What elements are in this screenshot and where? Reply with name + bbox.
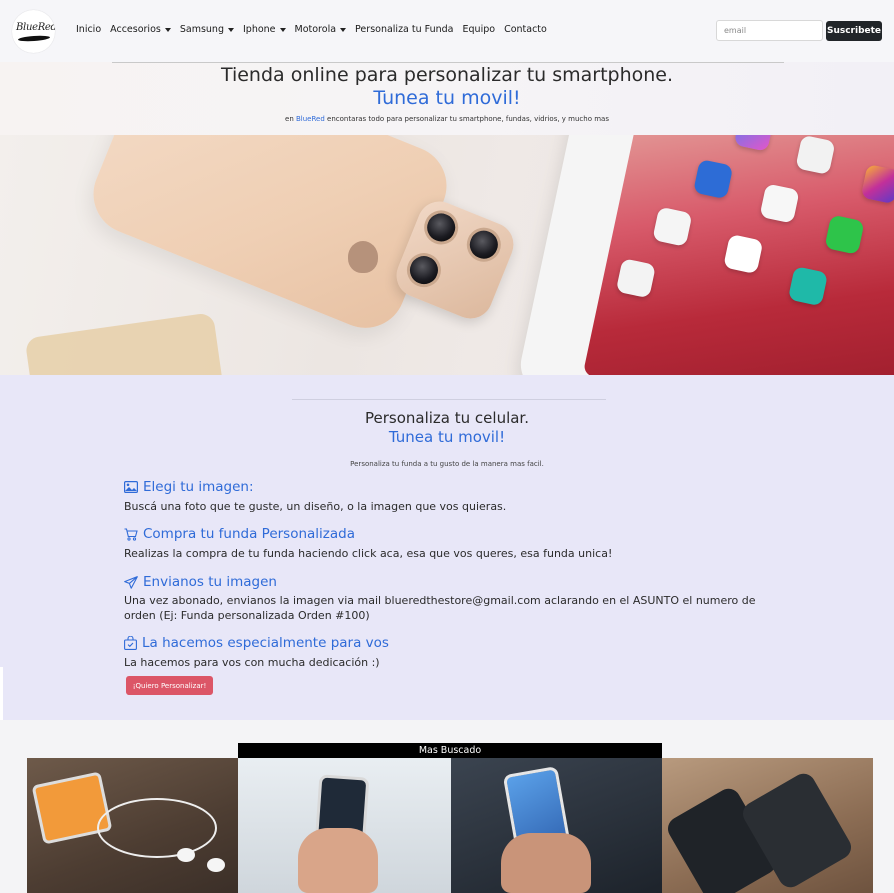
caret-down-icon (227, 27, 234, 32)
app-icon (693, 158, 734, 200)
navbar: BlueRed Inicio Accesorios Samsung Iphone… (0, 0, 894, 62)
caret-down-icon (340, 27, 347, 32)
nav-item-label: Samsung (179, 24, 224, 35)
step-title-hacemos: La hacemos especialmente para vos (124, 635, 389, 651)
subscribe-button[interactable]: Suscribete (826, 21, 882, 41)
nav-item-equipo[interactable]: Equipo (463, 24, 496, 35)
nav-item-label: Equipo (462, 24, 496, 35)
hand-shape (298, 828, 378, 893)
product-image-motorola[interactable] (662, 758, 873, 893)
brand-logo-swash (17, 34, 51, 43)
nav-item-label: Personaliza tu Funda (355, 24, 454, 35)
hero-carousel-image: › (0, 135, 894, 375)
step-title-text: Elegi tu imagen: (143, 479, 254, 495)
app-icon (615, 258, 657, 299)
nav-item-motorola[interactable]: Motorola (295, 24, 347, 35)
section-subtitle: Tunea tu movil! (388, 428, 506, 446)
camera-lens (401, 247, 447, 293)
nav-item-label: Iphone (242, 24, 276, 35)
caret-down-icon (164, 27, 171, 32)
hero-header: Tienda online para personalizar tu smart… (0, 62, 894, 135)
mas-buscado-header: Mas Buscado (238, 743, 662, 758)
iphone-back (81, 135, 459, 340)
camera-lens (419, 205, 464, 250)
section-edge (0, 667, 3, 720)
app-icon (759, 183, 800, 224)
step-title-text: Envianos tu imagen (143, 574, 277, 590)
camera-lens (461, 222, 506, 267)
earbud (207, 858, 225, 872)
divider (292, 399, 606, 400)
personaliza-section: Personaliza tu celular. Tunea tu movil! … (0, 375, 894, 720)
hero-title: Tienda online para personalizar tu smart… (220, 64, 674, 86)
brand-logo-text: BlueRed (16, 22, 55, 33)
section-description: Personaliza tu funda a tu gusto de la ma… (350, 460, 544, 468)
nav-menu: Inicio Accesorios Samsung Iphone Motorol… (76, 24, 556, 35)
nav-item-contacto[interactable]: Contacto (504, 24, 547, 35)
earbud (177, 848, 195, 862)
hand-shape (501, 833, 591, 893)
app-icon (733, 135, 775, 152)
hero-description: en BlueRed encontaras todo para personal… (0, 115, 894, 123)
product-image-hand-phone[interactable] (238, 758, 451, 893)
hero-description-prefix: en (285, 115, 294, 123)
step-text: La hacemos para vos con mucha dedicación… (124, 656, 380, 669)
image-icon (124, 481, 138, 493)
nav-item-label: Contacto (504, 24, 547, 35)
nav-item-personaliza[interactable]: Personaliza tu Funda (355, 24, 453, 35)
nav-item-accesorios[interactable]: Accesorios (110, 24, 171, 35)
step-text: Realizas la compra de tu funda haciendo … (124, 547, 613, 560)
hero-brand-link[interactable]: BlueRed (296, 115, 325, 123)
app-icon (652, 206, 693, 247)
step-text: Buscá una foto que te guste, un diseño, … (124, 500, 507, 513)
step-title-text: Compra tu funda Personalizada (143, 526, 355, 542)
divider (112, 62, 784, 63)
line-icon (824, 214, 865, 255)
step-title-text: La hacemos especialmente para vos (142, 635, 389, 651)
product-image-iphone-hand[interactable] (451, 758, 662, 893)
send-icon (124, 575, 138, 589)
email-input[interactable] (716, 20, 823, 41)
nav-item-iphone[interactable]: Iphone (243, 24, 286, 35)
brand-logo[interactable]: BlueRed (12, 10, 55, 53)
app-icon (795, 135, 836, 176)
caret-down-icon (279, 27, 286, 32)
ipad-screen (582, 135, 894, 375)
bag-check-icon (124, 636, 137, 650)
apple-logo-icon (348, 241, 378, 273)
step-title-elegi: Elegi tu imagen: (124, 479, 254, 495)
instagram-icon (860, 163, 894, 205)
nav-item-inicio[interactable]: Inicio (76, 24, 101, 35)
wood-surface (24, 312, 226, 375)
nav-item-samsung[interactable]: Samsung (180, 24, 234, 35)
hero-subtitle: Tunea tu movil! (373, 87, 521, 109)
nav-item-label: Accesorios (110, 24, 161, 35)
app-icon (787, 266, 829, 307)
google-photos-icon (723, 233, 764, 275)
step-title-compra: Compra tu funda Personalizada (124, 526, 355, 542)
nav-item-label: Inicio (76, 24, 102, 35)
step-text: Una vez abonado, envianos la imagen via … (124, 594, 756, 622)
earphone-cable (97, 798, 217, 858)
hero-description-rest: encontaras todo para personalizar tu sma… (327, 115, 609, 123)
section-title: Personaliza tu celular. (365, 409, 529, 427)
cart-icon (124, 527, 138, 541)
quiero-personalizar-button[interactable]: ¡Quiero Personalizar! (126, 676, 213, 695)
step-title-envianos: Envianos tu imagen (124, 574, 277, 590)
product-image-earphones[interactable] (27, 758, 238, 893)
nav-item-label: Motorola (294, 24, 337, 35)
